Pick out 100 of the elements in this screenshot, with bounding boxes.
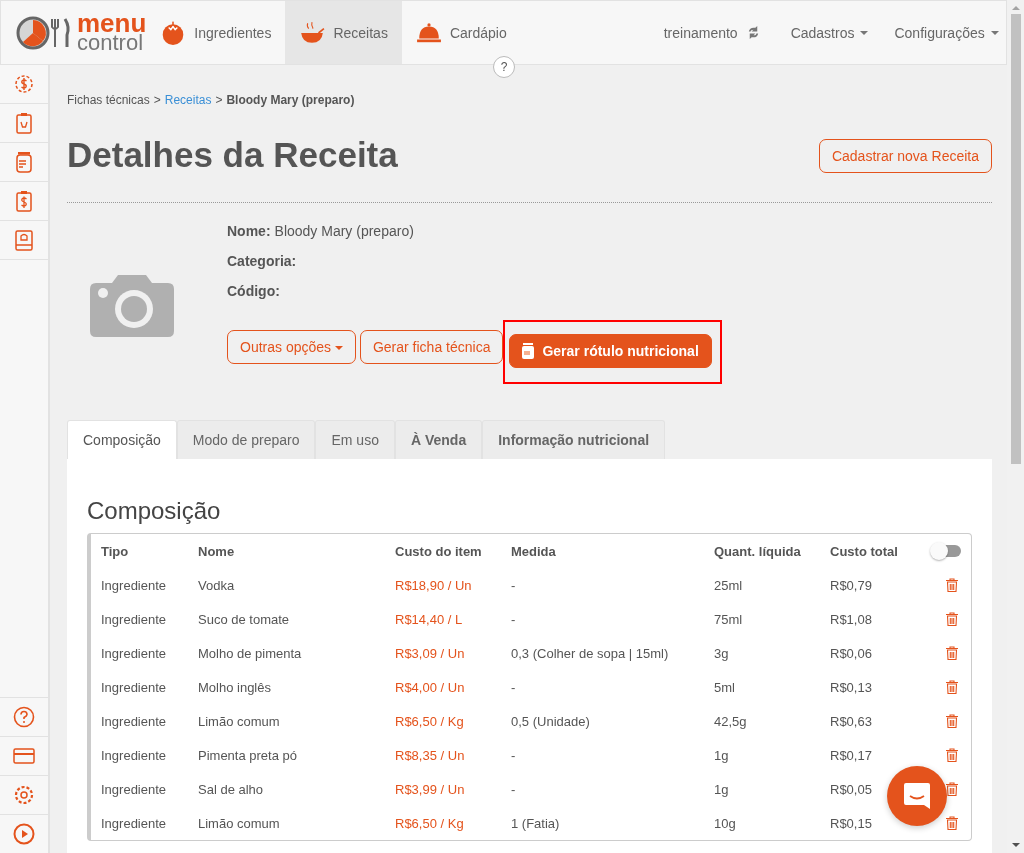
table-cell-text: Vodka xyxy=(198,577,236,593)
book-icon xyxy=(12,228,36,252)
section-title: Composição xyxy=(87,497,222,525)
table-cell-text: R$18,90 / Un xyxy=(395,577,473,593)
table-cell-text: Ingrediente xyxy=(101,815,168,831)
tab[interactable]: Composição xyxy=(67,420,177,459)
breadcrumb-separator: > xyxy=(153,93,161,107)
table-cell-text: 1g xyxy=(714,747,730,763)
table-cell-text: Limão comum xyxy=(198,815,281,831)
table-cell-text: 42,5g xyxy=(714,713,748,729)
generate-label-button[interactable]: Gerar rótulo nutricional xyxy=(509,334,712,368)
table-cell-text: R$0,13 xyxy=(830,679,873,695)
tab[interactable]: À Venda xyxy=(394,420,483,459)
gear-dollar-icon xyxy=(12,72,36,96)
caret-icon xyxy=(334,345,343,350)
recipe-field: Código: xyxy=(227,283,722,299)
table-cell-text: 5ml xyxy=(714,679,736,695)
table-cell-text: - xyxy=(511,781,517,797)
page-title: Detalhes da Receita xyxy=(67,135,398,175)
column-header: Custo total xyxy=(830,543,899,559)
help-button[interactable]: ? xyxy=(493,56,515,78)
table-cell-text: Ingrediente xyxy=(101,577,168,593)
table-cell-text: R$6,50 / Kg xyxy=(395,713,465,729)
caret-icon xyxy=(990,30,999,35)
settings-icon xyxy=(12,783,36,807)
table-cell-text: Sal de alho xyxy=(198,781,265,797)
tab[interactable]: Informação nutricional xyxy=(482,420,666,459)
current-page-label: Bloody Mary (preparo) xyxy=(226,93,355,107)
table-cell-text: R$1,08 xyxy=(830,611,873,627)
breadcrumb-separator: > xyxy=(215,93,223,107)
logo-wordmark: menu xyxy=(77,12,147,35)
table-cell-text: R$0,79 xyxy=(830,577,873,593)
table-cell-text: 10g xyxy=(714,815,737,831)
table-cell-text: 1g xyxy=(714,781,730,797)
table-cell-text: 0,5 (Unidade) xyxy=(511,713,591,729)
table-cell-text: R$3,09 / Un xyxy=(395,645,466,661)
trash-icon[interactable] xyxy=(946,578,958,592)
table-cell-text: 25ml xyxy=(714,577,744,593)
table-cell-text: R$0,63 xyxy=(830,713,873,729)
trash-icon[interactable] xyxy=(946,782,958,796)
trash-icon[interactable] xyxy=(946,714,958,728)
table-cell-text: R$4,00 / Un xyxy=(395,679,466,695)
options-dropdown-button[interactable]: Outras opções xyxy=(227,329,356,364)
table-cell-text: - xyxy=(511,679,517,695)
table-cell-text: - xyxy=(511,747,517,763)
caret-icon xyxy=(860,30,869,35)
dropdown-menu[interactable]: Cadastros xyxy=(777,1,882,64)
play-icon xyxy=(12,822,36,846)
trash-icon[interactable] xyxy=(946,748,958,762)
account-link[interactable]: treinamento xyxy=(650,1,774,64)
table-cell-text: Pimenta preta pó xyxy=(198,747,298,763)
tab[interactable]: Em uso xyxy=(315,420,395,459)
trash-icon[interactable] xyxy=(946,646,958,660)
breadcrumb-link[interactable]: Receitas xyxy=(164,93,212,107)
table-cell-text: Suco de tomate xyxy=(198,611,291,627)
table-cell-text: Molho inglês xyxy=(198,679,272,695)
table-cell-text: Ingrediente xyxy=(101,713,168,729)
new-recipe-button[interactable]: Cadastrar nova Receita xyxy=(818,139,992,173)
toggle-switch[interactable] xyxy=(932,545,961,557)
column-header: Medida xyxy=(511,543,557,559)
table-cell-text: R$0,15 xyxy=(830,815,873,831)
table-cell-text: R$3,99 / Un xyxy=(395,781,466,797)
table-cell-text: 75ml xyxy=(714,611,744,627)
table-cell-text: Ingrediente xyxy=(101,645,168,661)
camera-placeholder-icon xyxy=(90,273,174,337)
table-cell-text: R$8,35 / Un xyxy=(395,747,466,763)
recipe-field: Nome: Bloody Mary (preparo) xyxy=(227,223,722,239)
help-icon xyxy=(12,705,36,729)
nav-tab[interactable]: Receitas xyxy=(285,1,402,64)
table-cell-text: - xyxy=(511,611,517,627)
table-cell-text: Molho de pimenta xyxy=(198,645,303,661)
trash-icon[interactable] xyxy=(946,680,958,694)
table-cell-text: R$6,50 / Kg xyxy=(395,815,465,831)
table-cell-text: R$0,06 xyxy=(830,645,873,661)
table-cell-text: Limão comum xyxy=(198,713,281,729)
table-cell-text: 3g xyxy=(714,645,730,661)
tab[interactable]: Modo de preparo xyxy=(176,420,316,459)
jar-icon xyxy=(522,343,535,359)
nav-tab[interactable]: Ingredientes xyxy=(146,1,286,64)
trash-icon[interactable] xyxy=(946,612,958,626)
cooking-pot-icon xyxy=(299,19,326,46)
table-cell-text: R$14,40 / L xyxy=(395,611,464,627)
table-cell-text: Ingrediente xyxy=(101,781,168,797)
column-header: Tipo xyxy=(101,543,130,559)
table-cell-text: Ingrediente xyxy=(101,747,168,763)
column-header: Custo do item xyxy=(395,543,483,559)
column-header: Quant. líquida xyxy=(714,543,802,559)
chat-bubble-icon xyxy=(902,781,932,811)
table-cell-text: 0,3 (Colher de sopa | 15ml) xyxy=(511,645,670,661)
table-cell-text: R$0,17 xyxy=(830,747,873,763)
table-cell-text: 1 (Fatia) xyxy=(511,815,561,831)
recipe-field: Categoria: xyxy=(227,253,722,269)
trash-icon[interactable] xyxy=(946,816,958,830)
breadcrumb-text: Fichas técnicas xyxy=(67,93,150,107)
table-cell-text: R$0,05 xyxy=(830,781,873,797)
table-cell-text: Ingrediente xyxy=(101,611,168,627)
logo-wordmark: control xyxy=(77,34,144,53)
dropdown-menu[interactable]: Configurações xyxy=(881,1,1012,64)
generate-sheet-button[interactable]: Gerar ficha técnica xyxy=(359,329,504,364)
column-header: Nome xyxy=(198,543,236,559)
